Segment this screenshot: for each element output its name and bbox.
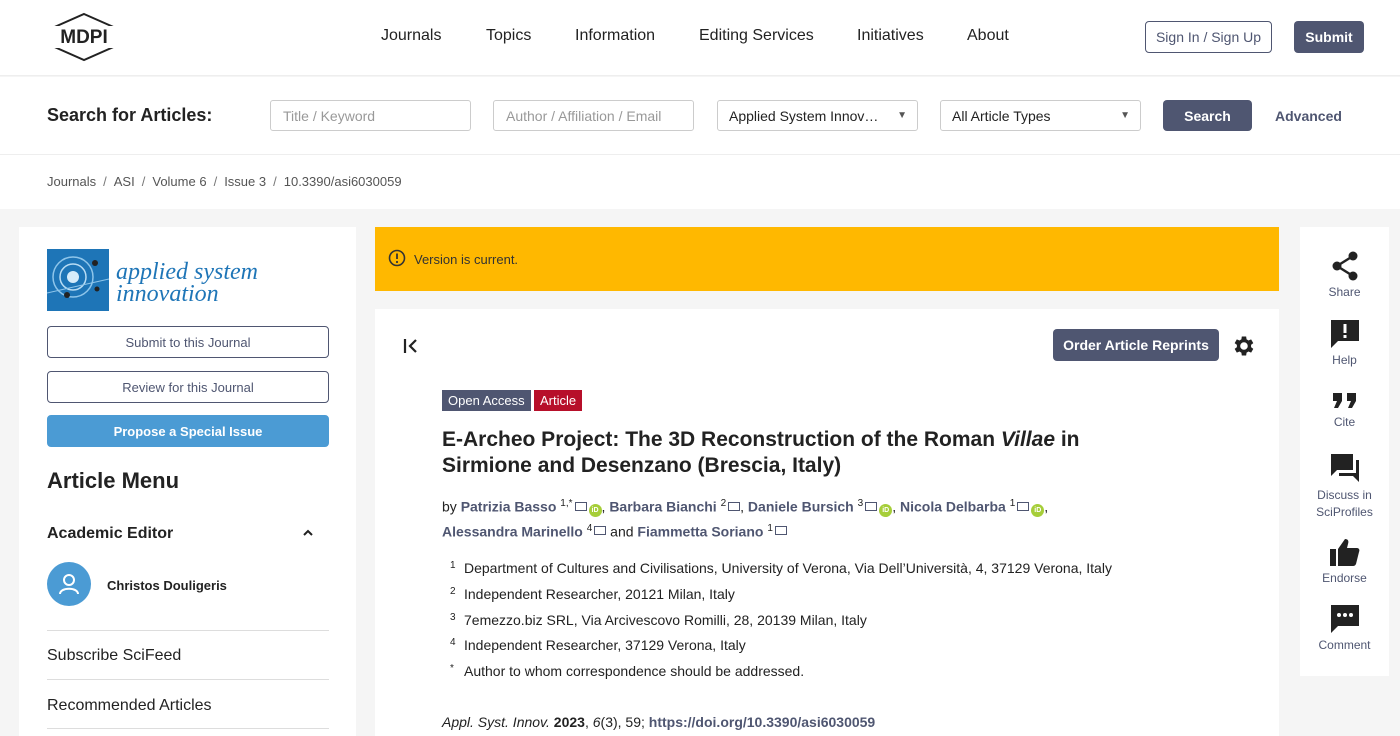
share-icon xyxy=(1332,251,1357,281)
open-access-badge: Open Access xyxy=(442,390,531,411)
order-reprints-button[interactable]: Order Article Reprints xyxy=(1053,329,1219,361)
author-list: by Patrizia Basso 1,*iD, Barbara Bianchi… xyxy=(442,498,1049,540)
email-icon[interactable] xyxy=(574,501,587,511)
affiliation-item: 4 Independent Researcher, 37129 Verona, I… xyxy=(450,637,746,653)
article-type-value: All Article Types xyxy=(952,107,1051,124)
affiliation-item: 1 Department of Cultures and Civilisation… xyxy=(450,560,1112,576)
breadcrumb-bar: Journals / ASI / Volume 6/Issue 3/10.3390/as… xyxy=(0,155,1400,209)
email-icon[interactable] xyxy=(728,501,741,511)
help-action[interactable]: Help xyxy=(1300,319,1389,369)
orcid-icon[interactable]: iD xyxy=(588,503,602,517)
discuss-action[interactable]: Discuss in SciProfiles xyxy=(1300,452,1389,521)
endorse-action[interactable]: Endorse xyxy=(1300,537,1389,587)
article-panel: Order Article Reprints Open Access Artic… xyxy=(375,309,1279,736)
quote-icon xyxy=(1332,393,1356,408)
breadcrumb-issue[interactable]: Issue 3 xyxy=(224,174,266,189)
cite-action[interactable]: Cite xyxy=(1300,391,1389,431)
journal-select[interactable]: Applied System Innov… ▼ xyxy=(717,100,918,131)
divider xyxy=(47,630,329,631)
affiliation-item: * Author to whom correspondence should be… xyxy=(450,663,805,679)
breadcrumb: Journals / ASI / Volume 6/Issue 3/10.3390/as… xyxy=(47,174,402,189)
journal-logo[interactable]: applied system innovation xyxy=(47,249,277,311)
mdpi-logo[interactable]: MDPI xyxy=(46,12,122,62)
divider xyxy=(47,728,329,729)
right-action-rail: Share Help Cite Discuss in SciProfiles E… xyxy=(1300,227,1389,676)
alert-circle-icon xyxy=(388,249,406,267)
nav-journals[interactable]: Journals xyxy=(381,27,441,45)
comment-icon xyxy=(1330,605,1359,633)
breadcrumb-volume[interactable]: Volume 6 xyxy=(152,174,206,189)
submit-to-journal-button[interactable]: Submit to this Journal xyxy=(47,326,329,358)
nav-editing-services[interactable]: Editing Services xyxy=(699,27,814,45)
search-bar: Search for Articles: Title / Keyword Aut… xyxy=(0,77,1400,155)
email-icon[interactable] xyxy=(1017,501,1030,511)
author-link[interactable]: Daniele Bursich xyxy=(748,499,854,515)
affiliation-item: 2 Independent Researcher, 20121 Milan, It… xyxy=(450,586,735,602)
recommended-articles-link[interactable]: Recommended Articles xyxy=(47,697,212,715)
journal-select-value: Applied System Innov… xyxy=(729,107,879,124)
academic-editor-heading: Academic Editor xyxy=(47,525,174,542)
top-navigation: MDPI Journals Topics Information Editing… xyxy=(0,0,1400,76)
submit-button[interactable]: Submit xyxy=(1294,21,1364,53)
breadcrumb-asi[interactable]: ASI xyxy=(114,174,135,189)
thumbs-up-icon xyxy=(1329,539,1359,566)
comment-action[interactable]: Comment xyxy=(1300,604,1389,654)
avatar[interactable] xyxy=(47,562,91,606)
sign-in-button[interactable]: Sign In / Sign Up xyxy=(1145,21,1272,53)
nav-topics[interactable]: Topics xyxy=(486,27,531,45)
version-banner: Version is current. xyxy=(375,227,1279,291)
divider xyxy=(47,679,329,680)
search-button[interactable]: Search xyxy=(1163,100,1252,131)
svg-text:innovation: innovation xyxy=(116,281,219,307)
nav-information[interactable]: Information xyxy=(575,27,655,45)
collapse-left-icon[interactable] xyxy=(402,336,422,356)
nav-initiatives[interactable]: Initiatives xyxy=(857,27,924,45)
author-link[interactable]: Barbara Bianchi xyxy=(609,499,716,515)
article-type-badge: Article xyxy=(534,390,583,411)
email-icon[interactable] xyxy=(594,526,607,536)
email-icon[interactable] xyxy=(774,526,787,536)
review-for-journal-button[interactable]: Review for this Journal xyxy=(47,371,329,403)
chevron-up-icon[interactable] xyxy=(302,527,314,539)
email-icon[interactable] xyxy=(865,501,878,511)
caret-down-icon: ▼ xyxy=(1120,110,1130,121)
article-title: E-Archeo Project: The 3D Reconstruction … xyxy=(442,428,1080,477)
editor-name[interactable]: Christos Douligeris xyxy=(107,578,227,593)
breadcrumb-journals[interactable]: Journals xyxy=(47,174,96,189)
subscribe-scifeed-link[interactable]: Subscribe SciFeed xyxy=(47,647,181,665)
gear-icon[interactable] xyxy=(1230,333,1256,359)
orcid-icon[interactable]: iD xyxy=(879,503,893,517)
orcid-icon[interactable]: iD xyxy=(1031,503,1045,517)
share-action[interactable]: Share xyxy=(1300,251,1389,301)
caret-down-icon: ▼ xyxy=(897,110,907,121)
nav-about[interactable]: About xyxy=(967,27,1009,45)
author-link[interactable]: Nicola Delbarba xyxy=(900,499,1006,515)
article-menu-heading: Article Menu xyxy=(47,468,180,493)
author-affiliation-input[interactable]: Author / Affiliation / Email xyxy=(493,100,694,131)
author-link[interactable]: Alessandra Marinello xyxy=(442,523,583,539)
citation-line: Appl. Syst. Innov. 2023, 6(3), 59; https… xyxy=(442,714,876,730)
search-label: Search for Articles: xyxy=(47,105,213,125)
breadcrumb-doi: 10.3390/asi6030059 xyxy=(283,174,402,189)
user-icon xyxy=(59,574,79,595)
author-link[interactable]: Fiammetta Soriano xyxy=(637,523,763,539)
author-link[interactable]: Patrizia Basso xyxy=(461,499,557,515)
svg-text:MDPI: MDPI xyxy=(60,27,108,48)
title-keyword-input[interactable]: Title / Keyword xyxy=(270,100,471,131)
help-feedback-icon xyxy=(1330,320,1359,348)
propose-special-issue-button[interactable]: Propose a Special Issue xyxy=(47,415,329,447)
version-text: Version is current. xyxy=(414,252,519,267)
affiliation-item: 3 7emezzo.biz SRL, Via Arcivescovo Romill… xyxy=(450,612,867,628)
advanced-search-link[interactable]: Advanced xyxy=(1275,108,1342,124)
left-sidebar: applied system innovation Submit to this… xyxy=(19,227,356,736)
doi-link[interactable]: https://doi.org/10.3390/asi6030059 xyxy=(649,714,875,730)
article-type-select[interactable]: All Article Types ▼ xyxy=(940,100,1141,131)
discuss-icon xyxy=(1330,454,1359,482)
